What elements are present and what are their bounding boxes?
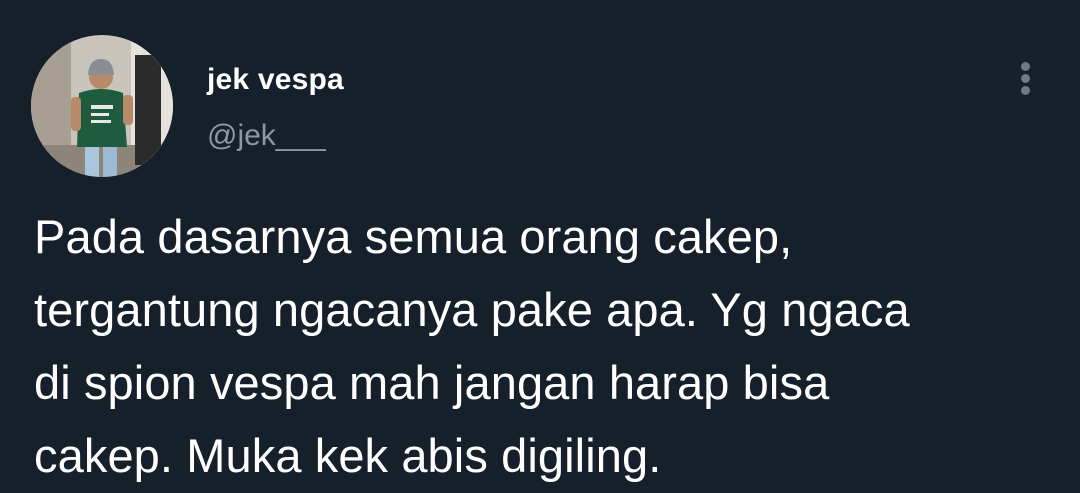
tweet-card: jek vespa @jek___ Pada dasarnya semua or… — [0, 0, 1080, 493]
author-handle[interactable]: @jek___ — [207, 118, 326, 154]
vertical-ellipsis-icon-dot-2 — [1021, 74, 1030, 83]
more-options-button[interactable] — [1008, 56, 1044, 100]
vertical-ellipsis-icon — [1021, 62, 1030, 71]
tweet-text: Pada dasarnya semua orang cakep, tergant… — [34, 210, 910, 482]
author-display-name[interactable]: jek vespa — [207, 62, 344, 98]
avatar-photo — [31, 35, 173, 177]
vertical-ellipsis-icon-dot-3 — [1021, 86, 1030, 95]
author-avatar[interactable] — [31, 35, 173, 177]
